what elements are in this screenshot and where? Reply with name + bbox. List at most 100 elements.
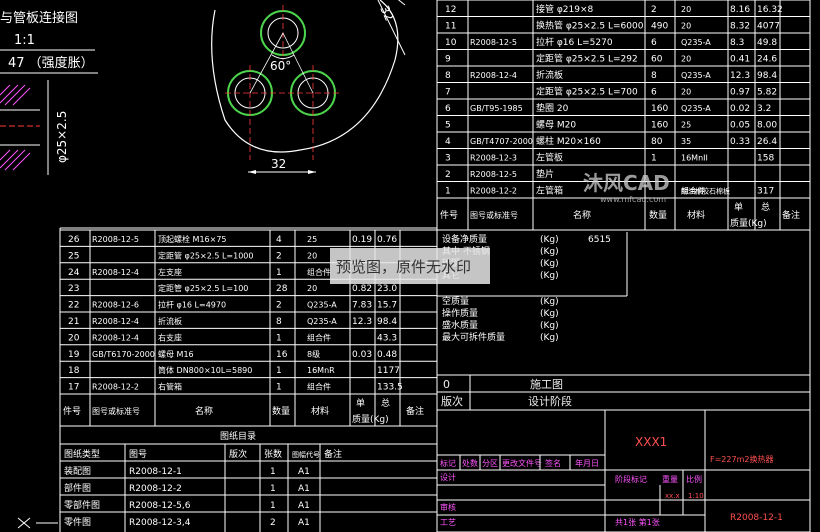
top-row-qty: 1	[651, 154, 657, 164]
drawing-list-title: 图纸目录	[220, 430, 256, 442]
top-row-no: 7	[445, 88, 451, 98]
bottom-row-mat: 25	[307, 235, 317, 244]
bottom-row-name: 左支座	[158, 267, 182, 277]
bottom-row-name: 筒体 DN800×10L=5890	[158, 365, 252, 375]
top-row-mat: Q235-A	[681, 104, 711, 113]
bottom-row-mat: 20	[307, 284, 317, 293]
drawing-list-cell: A1	[298, 467, 310, 477]
scale-value: 1:10	[688, 492, 704, 500]
top-row-name: 螺柱 M20×160	[536, 135, 601, 147]
drawing-list-cell: R2008-12-5,6	[129, 501, 191, 511]
bottom-row-code: R2008-12-4	[92, 333, 139, 342]
company-name: XXX1	[635, 435, 667, 449]
drawing-list-cell: 部件图	[64, 482, 91, 494]
bottom-row-code: R2008-12-4	[92, 268, 139, 277]
drawing-list-header: 图号	[129, 449, 147, 460]
top-row-name: 定距管 φ25×2.5 L=292	[536, 53, 638, 65]
bottom-row-mat: 16MnR	[307, 366, 335, 375]
top-row-w2: 4077	[757, 22, 780, 32]
drawing-number: R2008-12-1	[730, 513, 783, 523]
bottom-row-code: R2008-12-4	[92, 317, 139, 326]
top-row-name: 接管 φ219×8	[536, 3, 594, 15]
top-row-w1: 0.05	[730, 121, 750, 131]
bottom-row-no: 23	[68, 284, 79, 294]
top-row-w2: 16.32	[757, 5, 783, 15]
bottom-row-w2: 133.5	[377, 383, 403, 393]
top-header-total: 总	[761, 201, 770, 213]
bottom-header-code: 图号或标准号	[92, 406, 140, 416]
top-row-mat: 25	[681, 121, 691, 130]
top-row-no: 8	[445, 71, 451, 81]
top-row-w1: 8.16	[730, 5, 750, 15]
revision-box: 0 施工图 版次 设计阶段	[436, 374, 811, 411]
mass-unit: (Kg)	[540, 247, 559, 257]
bottom-header-total: 总	[381, 397, 390, 409]
bottom-row-qty: 2	[276, 251, 282, 261]
dim-60-angle: 60°	[270, 59, 291, 73]
mass-label: 操作质量	[442, 307, 478, 319]
top-row-code: GB/T4707-2000	[470, 137, 533, 146]
drawing-list-cell: 1	[270, 501, 276, 511]
bottom-row-name: 拉杆 φ16 L=4970	[158, 300, 226, 310]
bottom-row-w1: 12.3	[352, 317, 372, 327]
top-row-w1: 0.41	[730, 55, 750, 65]
bottom-header-unit: 质量(Kg)	[352, 413, 389, 425]
bottom-header-mat: 材料	[311, 405, 329, 417]
top-row-name: 螺母 M20	[536, 120, 576, 131]
title-block-cell: 处数	[462, 458, 478, 468]
top-row-mat: 16MnII	[681, 154, 708, 163]
bottom-row-name: 右管箱	[158, 382, 182, 392]
dim-32-top: 32	[377, 3, 396, 23]
bottom-row-no: 21	[68, 317, 79, 327]
dim-32-bottom: 32	[271, 157, 286, 171]
top-header-note: 备注	[782, 209, 800, 221]
bottom-row-mat: Q235-A	[307, 317, 337, 326]
revision-ver-label: 版次	[441, 394, 463, 408]
top-row-name: 定距管 φ25×2.5 L=700	[536, 86, 638, 98]
top-row-no: 1	[445, 187, 451, 197]
logo-watermark: 沐风CAD	[583, 171, 670, 195]
bottom-row-qty: 1	[276, 268, 282, 278]
gasket-material: 耐油橡胶石棉板	[681, 187, 730, 196]
weight-label: 重量	[662, 474, 678, 484]
bottom-row-qty: 8	[276, 317, 282, 327]
dim-pipe: φ25×2.5	[55, 111, 69, 163]
detail-scale: 1:1	[14, 33, 35, 48]
bottom-row-no: 26	[68, 235, 80, 245]
top-row-w1: 8.32	[730, 22, 750, 32]
bottom-row-name: 顶起螺栓 M16×75	[158, 234, 227, 244]
bottom-row-qty: 2	[276, 301, 282, 311]
top-row-qty: 490	[651, 22, 668, 32]
top-row-qty: 160	[651, 121, 668, 131]
bottom-row-code: R2008-12-2	[92, 383, 139, 392]
scale-label: 比例	[686, 474, 702, 484]
drawing-list-cell: 装配图	[64, 465, 91, 477]
top-header-unit: 质量(Kg)	[730, 217, 767, 229]
top-row-w2: 158	[757, 154, 774, 164]
top-header-name: 名称	[573, 209, 591, 221]
bottom-row-name: 右支座	[158, 332, 182, 342]
title-block-cell: 更改文件号	[502, 458, 542, 468]
top-header-single: 单	[734, 201, 743, 213]
drawing-list-header: 版次	[229, 448, 247, 460]
top-row-name: 垫片	[536, 168, 554, 180]
bottom-row-no: 24	[68, 268, 80, 278]
top-row-qty: 60	[651, 55, 663, 65]
mass-unit: (Kg)	[540, 259, 559, 269]
title-block-cell: 分区	[482, 459, 498, 468]
bottom-row-mat: 8级	[307, 349, 320, 359]
bottom-row-name: 折流板	[158, 316, 182, 326]
bottom-row-w2: 23.0	[377, 284, 397, 294]
bottom-header-note: 备注	[406, 405, 424, 417]
mass-unit: (Kg)	[540, 235, 559, 245]
process-label: 工艺	[440, 518, 456, 527]
bottom-row-qty: 1	[276, 366, 282, 376]
bottom-row-qty: 28	[276, 284, 288, 294]
top-row-mat: Q235-A	[681, 38, 711, 47]
top-row-name: 折流板	[536, 69, 563, 81]
bottom-row-code: R2008-12-6	[92, 301, 139, 310]
title-block-cell: 年月日	[575, 458, 599, 468]
bottom-row-mat: Q235-A	[307, 301, 337, 310]
top-row-name: 左管箱	[536, 185, 563, 197]
top-row-qty: 160	[651, 104, 668, 114]
